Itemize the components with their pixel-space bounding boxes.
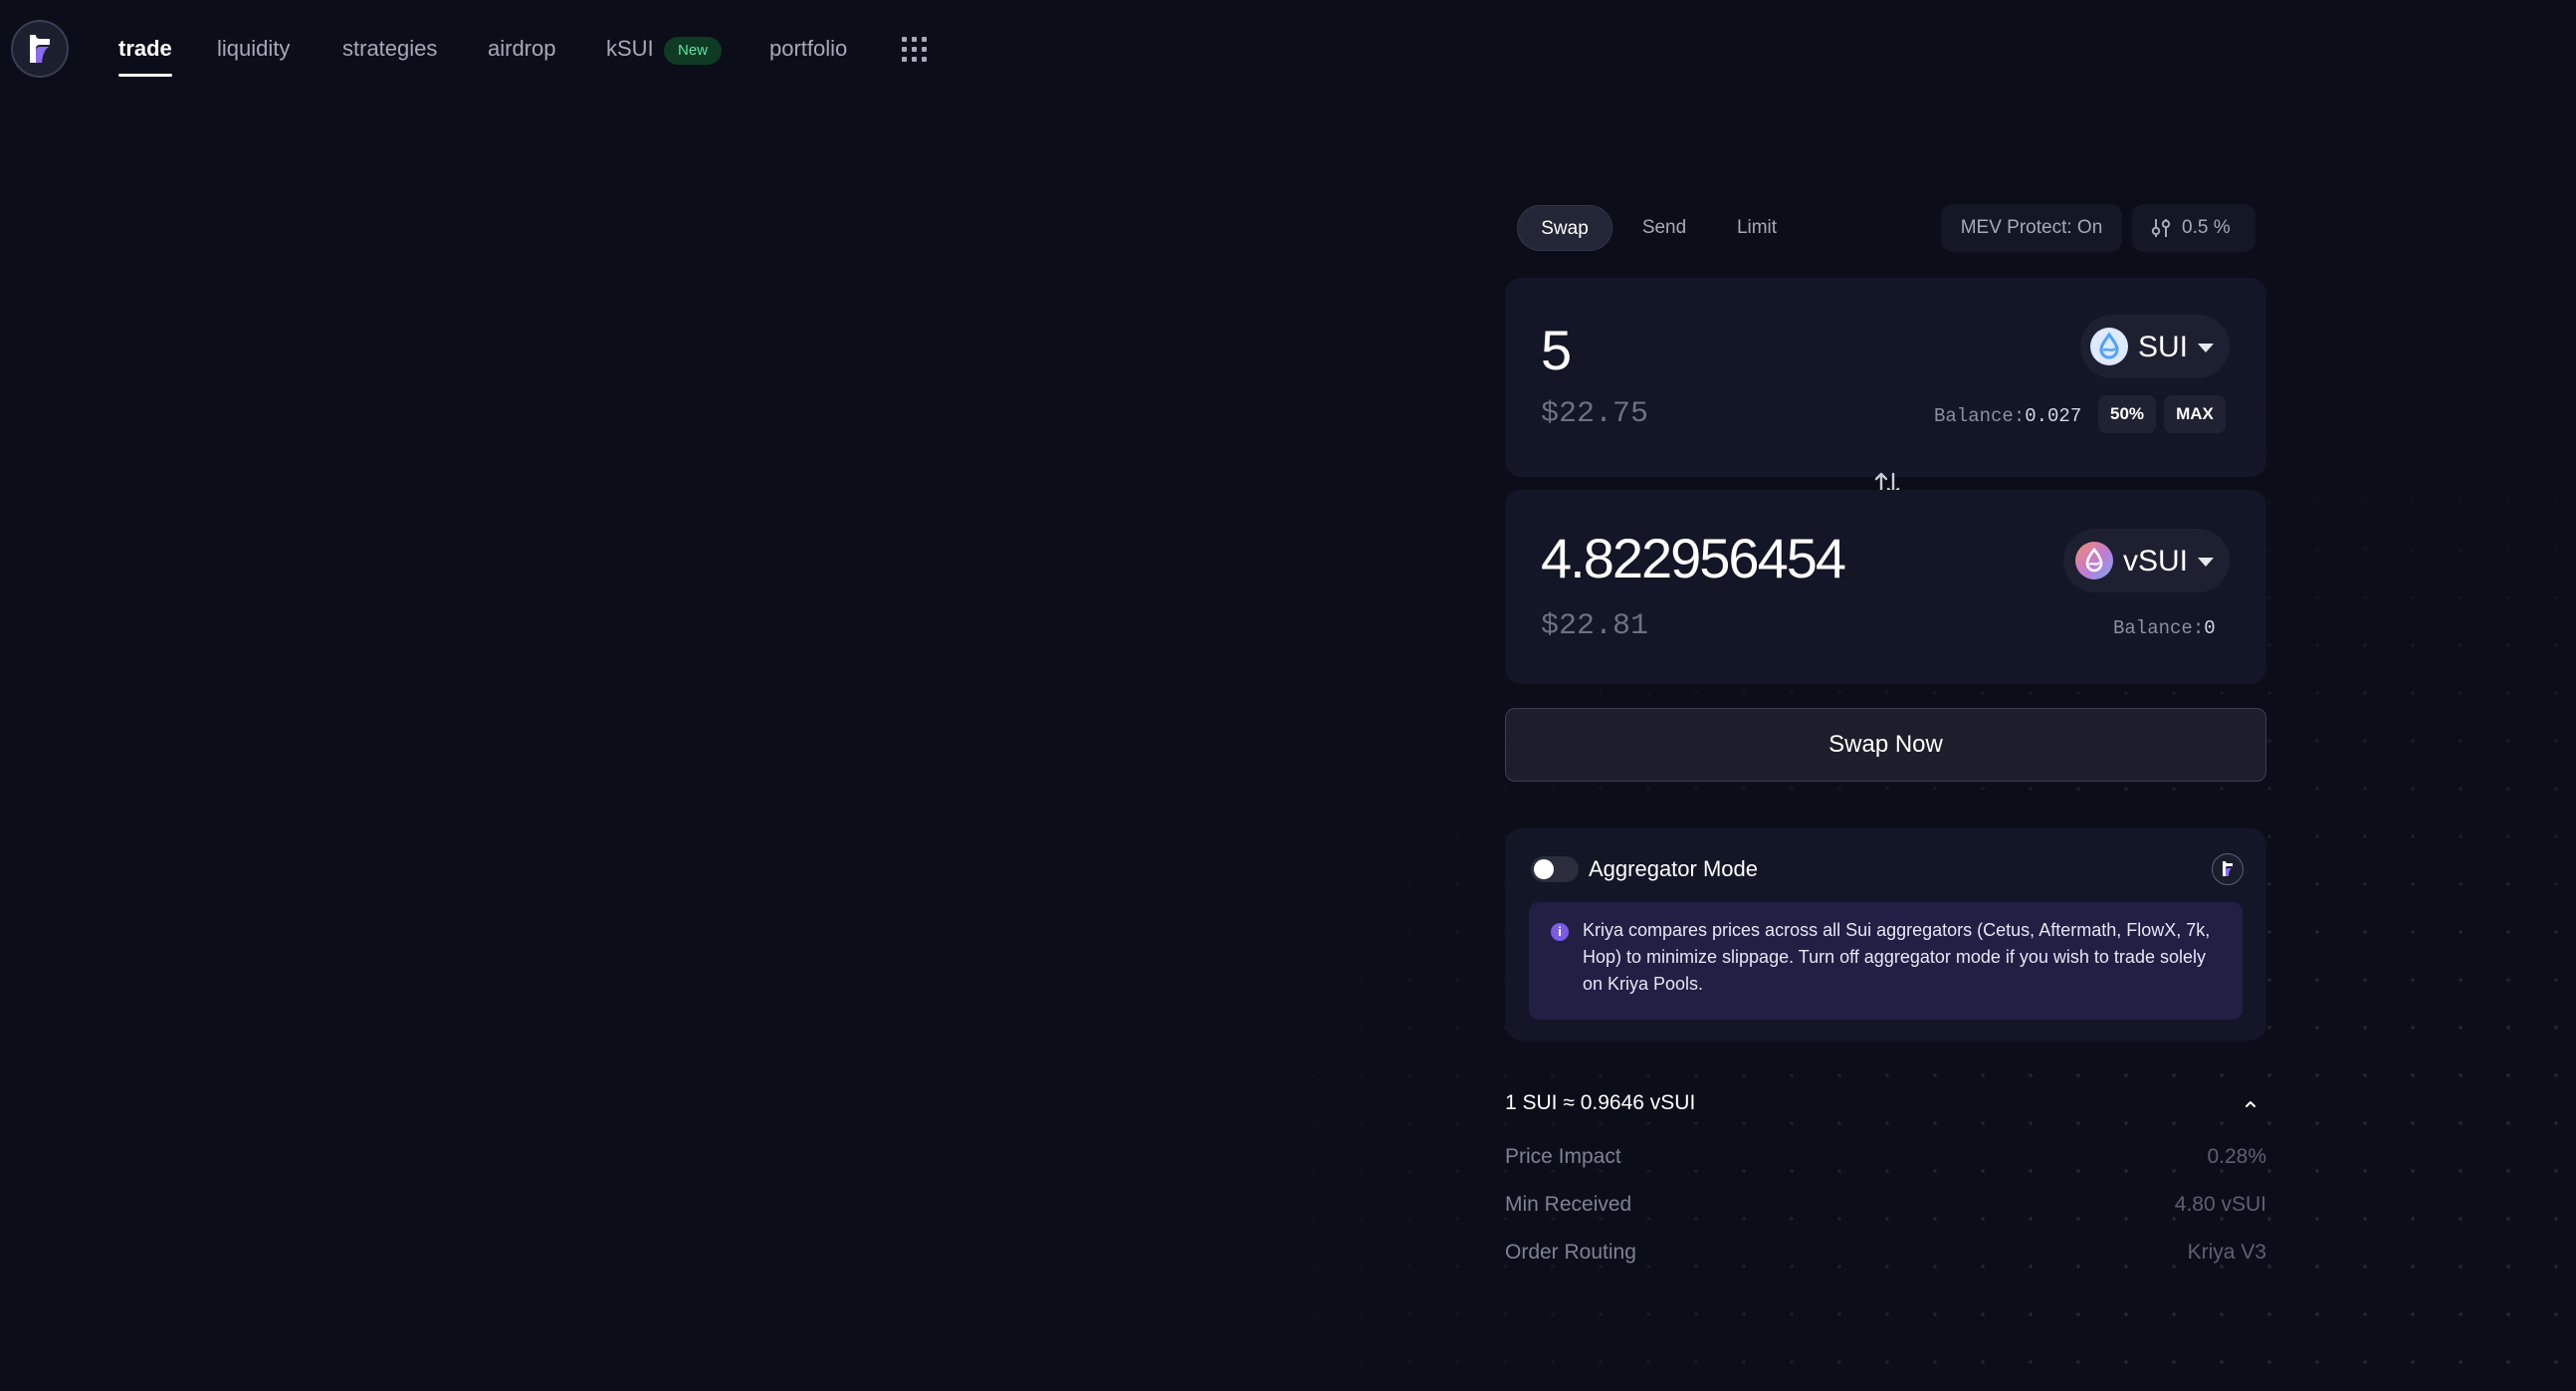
nav-ksui[interactable]: kSUI [606,36,654,62]
order-routing-value: Kriya V3 [2187,1241,2266,1264]
nav-strategies[interactable]: strategies [342,36,437,62]
aggregator-title: Aggregator Mode [1589,856,1758,881]
nav-portfolio[interactable]: portfolio [769,36,847,62]
kriya-logo[interactable] [11,20,69,78]
price-impact-label: Price Impact [1505,1145,1621,1168]
order-routing-label: Order Routing [1505,1241,1636,1264]
nav-liquidity[interactable]: liquidity [217,36,290,62]
tab-send[interactable]: Send [1622,205,1706,251]
nav-airdrop[interactable]: airdrop [488,36,555,62]
tab-limit[interactable]: Limit [1716,205,1798,251]
mev-protect-button[interactable]: MEV Protect: On [1941,204,2122,252]
chevron-down-icon [2198,344,2214,352]
min-received-value: 4.80 vSUI [2174,1193,2266,1216]
info-icon: i [1551,923,1569,941]
slippage-value: 0.5 % [2182,217,2231,238]
exchange-rate[interactable]: 1 SUI ≈ 0.9646 vSUI [1505,1091,1695,1115]
chevron-up-icon[interactable] [2244,1097,2257,1111]
sui-token-icon [2090,328,2128,365]
toggle-knob [1534,859,1554,879]
to-amount-output: 4.822956454 [1541,527,1846,589]
kriya-small-logo-icon [2212,853,2244,885]
grid-icon[interactable] [902,37,928,63]
max-button[interactable]: MAX [2164,395,2226,433]
price-impact-value: 0.28% [2207,1145,2266,1168]
from-token-symbol: SUI [2138,331,2189,363]
to-token-card: 4.822956454 $22.81 vSUI Balance:0 [1505,490,2266,684]
half-button[interactable]: 50% [2098,395,2156,433]
aggregator-info-text: Kriya compares prices across all Sui agg… [1583,920,2211,994]
to-token-symbol: vSUI [2123,545,2189,578]
from-amount-input[interactable]: 5 [1541,318,1572,382]
aggregator-toggle[interactable] [1531,856,1579,882]
to-token-select[interactable]: vSUI [2063,529,2230,592]
new-badge: New [664,37,723,65]
aggregator-card: Aggregator Mode i Kriya compares prices … [1505,828,2266,1041]
vsui-token-icon [2075,542,2113,580]
to-balance: Balance:0 [2113,617,2216,639]
from-balance: Balance:0.027 [1934,405,2082,427]
from-token-card: 5 $22.75 SUI Balance:0.027 50% MAX [1505,278,2266,477]
swap-now-button[interactable]: Swap Now [1505,708,2266,782]
sliders-icon [2151,219,2171,237]
from-token-select[interactable]: SUI [2080,315,2230,378]
nav-trade[interactable]: trade [118,36,172,77]
min-received-label: Min Received [1505,1193,1632,1216]
to-usd-value: $22.81 [1541,609,1649,643]
aggregator-info-box: i Kriya compares prices across all Sui a… [1529,902,2243,1020]
from-usd-value: $22.75 [1541,397,1649,431]
chevron-down-icon [2198,558,2214,567]
slippage-settings-button[interactable]: 0.5 % [2132,204,2255,252]
tab-swap[interactable]: Swap [1517,205,1612,251]
